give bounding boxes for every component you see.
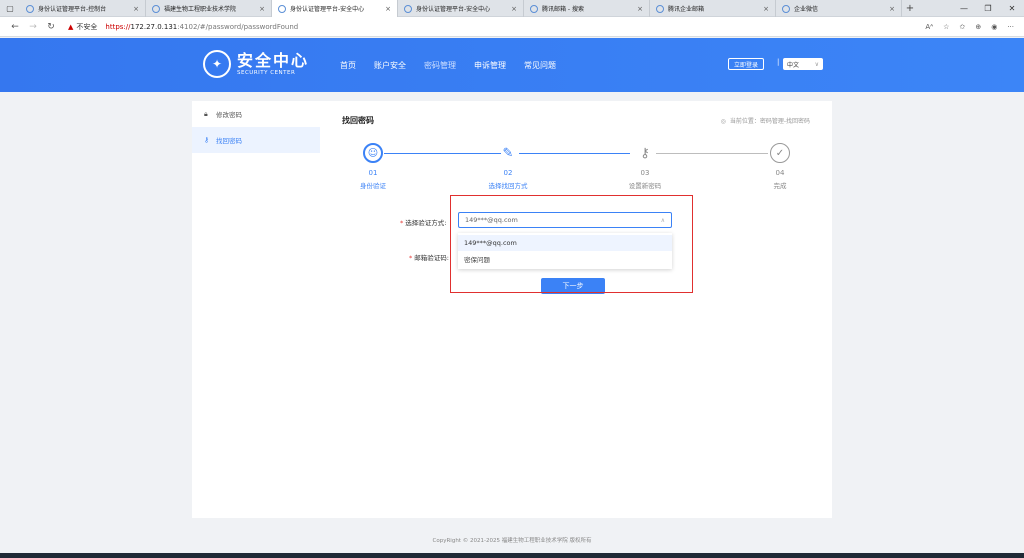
user-circle-icon: ☺ [363,143,383,163]
language-select[interactable]: 中文 ∨ [783,58,823,70]
check-circle-icon: ✓ [770,143,790,163]
search-icon [530,4,538,13]
step-complete: ✓ 04 完成 [745,143,815,190]
browser-tab[interactable]: 福建生物工程职业技术学院 × [146,0,272,17]
forward-icon[interactable]: → [24,22,42,32]
favorites-icon[interactable]: ✩ [959,23,965,31]
sidebar-item-recover-password[interactable]: ⚷ 找回密码 [192,127,320,153]
step-choose-method: ✎ 02 选择找回方式 [473,143,543,191]
site-logo[interactable]: ✦ 安全中心 SECURITY CENTER [203,50,309,78]
favicon-icon [404,4,412,13]
logo-title: 安全中心 [237,50,310,70]
read-aloud-icon[interactable]: Aᴬ [925,23,933,31]
chevron-down-icon: ∨ [814,60,819,68]
login-button[interactable]: 立即登录 [728,58,765,70]
refresh-icon[interactable]: ↻ [42,22,60,32]
main-nav: 首页 账户安全 密码管理 申诉管理 常见问题 [340,60,574,71]
tab-actions-icon[interactable]: ▢ [0,0,20,16]
back-icon[interactable]: ← [6,22,24,32]
favorite-star-icon[interactable]: ☆ [943,23,949,31]
sidebar-item-change-password[interactable]: 🔒︎ 修改密码 [192,101,320,127]
page-title: 找回密码 [342,116,374,125]
highlight-annotation [450,195,693,293]
location-pin-icon: ◎ [720,118,726,125]
more-icon[interactable]: ··· [1007,23,1014,31]
sidebar: 🔒︎ 修改密码 ⚷ 找回密码 [192,101,320,518]
favicon-icon [26,4,34,13]
address-bar: ← → ↻ ▲ 不安全 https://172.27.0.131:4102/#/… [0,17,1024,37]
nav-password-management[interactable]: 密码管理 [424,60,456,71]
method-label: * 选择验证方式: [400,219,447,227]
header-separator: | [777,58,780,66]
browser-tab[interactable]: 企业微信 × [776,0,902,17]
step-identity-verification: ☺ 01 身份验证 [338,143,408,190]
emblem-icon: ✦ [203,50,231,78]
collections-icon[interactable]: ⊕ [975,23,981,31]
close-tab-icon[interactable]: × [133,5,139,13]
favicon-icon [278,4,286,13]
main-card: 找回密码 ◎ 当前位置：密码管理-找回密码 ☺ 01 身份验证 ✎ 02 选择找回… [320,101,832,518]
step-set-new-password: ⚷ 03 设置新密码 [610,143,680,191]
close-tab-icon[interactable]: × [763,5,769,13]
insecure-label: 不安全 [76,22,98,31]
browser-tab-active[interactable]: 身份认证管理平台-安全中心 × [272,0,398,17]
breadcrumb: ◎ 当前位置：密码管理-找回密码 [720,118,810,125]
favicon-icon [152,4,160,13]
warning-icon[interactable]: ▲ [68,23,73,31]
browser-tab[interactable]: 身份认证管理平台-控制台 × [20,0,146,17]
browser-tab[interactable]: 腾讯邮箱 - 搜索 × [524,0,650,17]
taskbar [0,553,1024,558]
close-tab-icon[interactable]: × [385,5,391,13]
key-icon: ⚷ [640,145,650,161]
progress-steps: ☺ 01 身份验证 ✎ 02 选择找回方式 ⚷ 03 设置新密码 ✓ 04 完成 [320,143,832,203]
nav-faq[interactable]: 常见问题 [524,60,556,71]
url-field[interactable]: https://172.27.0.131:4102/#/password/pas… [105,23,298,31]
lock-icon: 🔒︎ [204,109,208,118]
browser-tab-strip: ▢ 身份认证管理平台-控制台 × 福建生物工程职业技术学院 × 身份认证管理平台-安… [0,0,1024,17]
footer-copyright: CopyRight © 2021-2025 福建生物工程职业技术学院 版权所有 [432,538,592,544]
site-header: ✦ 安全中心 SECURITY CENTER 首页 账户安全 密码管理 申诉管理… [0,38,1024,92]
close-tab-icon[interactable]: × [511,5,517,13]
code-label: * 邮箱验证码: [409,254,449,262]
edit-icon: ✎ [502,145,514,161]
close-tab-icon[interactable]: × [889,5,895,13]
browser-tab[interactable]: 身份认证管理平台-安全中心 × [398,0,524,17]
new-tab-button[interactable]: + [902,0,918,16]
nav-home[interactable]: 首页 [340,60,356,71]
restore-icon[interactable]: ❐ [976,0,1000,16]
close-window-icon[interactable]: ✕ [1000,0,1024,16]
favicon-icon [782,4,790,13]
logo-subtitle: SECURITY CENTER [237,69,296,76]
nav-account-security[interactable]: 账户安全 [374,60,406,71]
key-icon: ⚷ [204,136,210,144]
close-tab-icon[interactable]: × [259,5,265,13]
profile-icon[interactable]: ◉ [991,23,997,31]
favicon-icon [656,4,664,13]
close-tab-icon[interactable]: × [637,5,643,13]
nav-appeal-management[interactable]: 申诉管理 [474,60,506,71]
browser-tab[interactable]: 腾讯企业邮箱 × [650,0,776,17]
minimize-icon[interactable]: — [952,0,976,16]
